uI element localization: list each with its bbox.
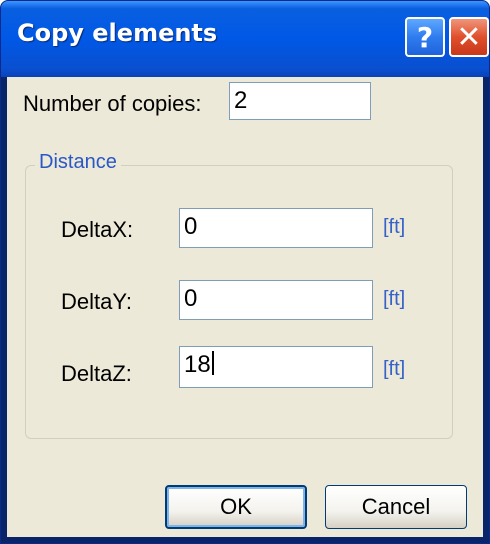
dialog-title: Copy elements <box>17 19 218 47</box>
number-of-copies-value: 2 <box>234 87 248 114</box>
delta-x-value: 0 <box>184 213 198 240</box>
distance-group-title: Distance <box>35 151 121 174</box>
number-of-copies-input[interactable]: 2 <box>229 82 371 120</box>
help-button[interactable]: ? <box>405 17 445 57</box>
delta-x-label: DeltaX: <box>61 217 134 242</box>
close-button[interactable]: ✕ <box>449 17 489 57</box>
copy-elements-dialog: Copy elements ? ✕ Number of copies: 2 Di… <box>0 0 490 544</box>
title-bar[interactable]: Copy elements ? ✕ <box>1 1 489 77</box>
cancel-button[interactable]: Cancel <box>325 485 467 529</box>
delta-x-unit: [ft] <box>383 216 406 238</box>
delta-x-input[interactable]: 0 <box>179 208 373 248</box>
ok-button[interactable]: OK <box>165 485 307 529</box>
delta-z-label: DeltaZ: <box>61 361 132 386</box>
delta-y-input[interactable]: 0 <box>179 280 373 320</box>
delta-y-label: DeltaY: <box>61 289 132 314</box>
delta-z-input[interactable]: 18 <box>179 346 373 388</box>
close-icon: ✕ <box>456 19 482 55</box>
delta-y-value: 0 <box>184 285 198 312</box>
delta-y-unit: [ft] <box>383 288 406 310</box>
text-caret <box>211 351 214 375</box>
delta-z-unit: [ft] <box>383 358 406 380</box>
dialog-body: Number of copies: 2 Distance DeltaX: 0 [… <box>7 77 483 537</box>
delta-z-value: 18 <box>184 351 211 378</box>
number-of-copies-label: Number of copies: <box>23 91 202 116</box>
help-icon: ? <box>416 20 434 54</box>
